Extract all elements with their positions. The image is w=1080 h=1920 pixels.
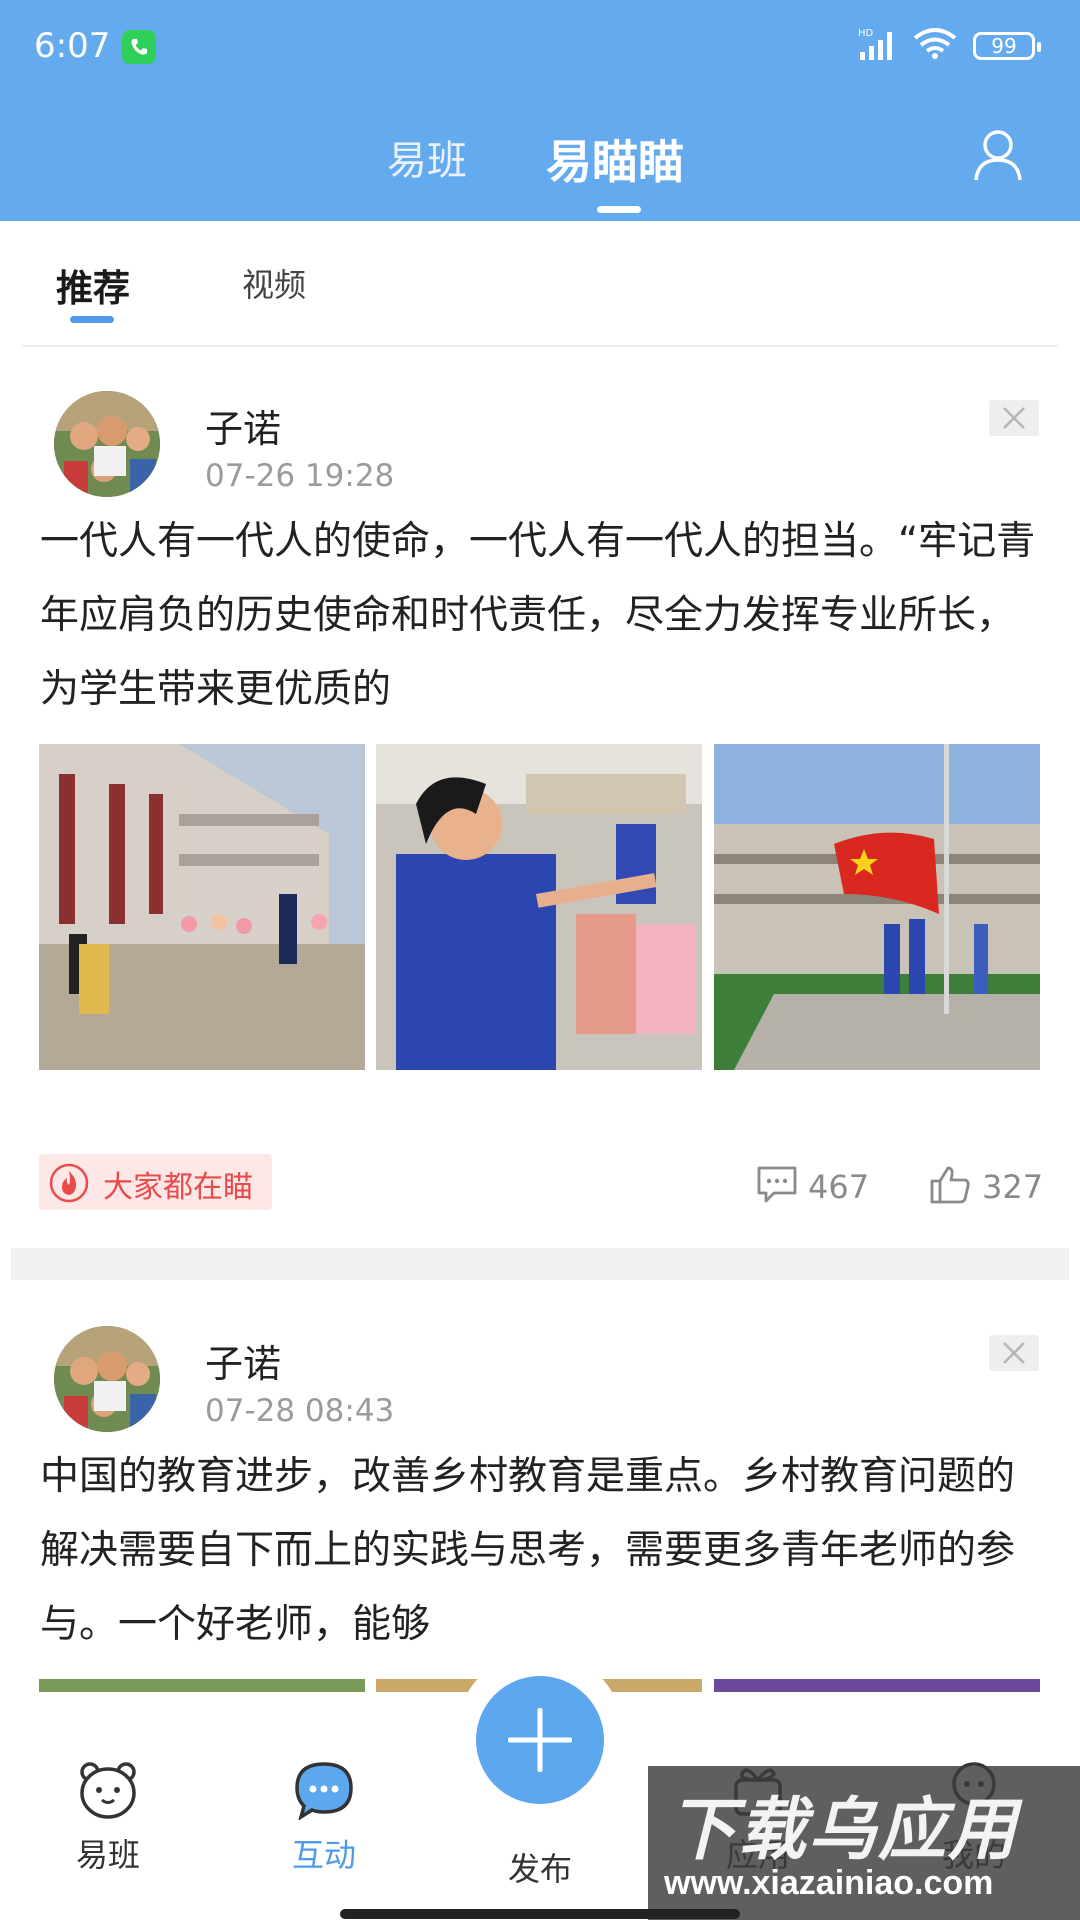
plus-icon <box>508 1708 572 1772</box>
post-image[interactable] <box>714 744 1040 1070</box>
tab-yimiaomiao[interactable]: 易瞄瞄 <box>546 126 684 192</box>
svg-text:HD: HD <box>858 28 874 39</box>
post-image[interactable] <box>39 744 365 1070</box>
bear-icon <box>78 1762 138 1824</box>
signal-icon: HD <box>858 26 904 66</box>
wifi-icon <box>913 28 957 64</box>
trending-label: 大家都在瞄 <box>103 1170 253 1205</box>
nav-yiban[interactable]: 易班 <box>38 1760 178 1876</box>
post-text[interactable]: 中国的教育进步，改善乡村教育是重点。乡村教育问题的解决需要自下而上的实践与思考，… <box>40 1440 1044 1662</box>
subtab-video[interactable]: 视频 <box>242 260 306 306</box>
publish-button[interactable] <box>476 1676 604 1804</box>
nav-label: 易班 <box>75 1836 140 1874</box>
subtab-recommend[interactable]: 推荐 <box>56 258 130 312</box>
user-profile-icon[interactable] <box>972 128 1024 188</box>
post-image[interactable] <box>39 1679 365 1693</box>
divider <box>22 345 1058 347</box>
active-tab-indicator <box>597 206 641 213</box>
phone-call-icon <box>122 30 156 64</box>
post-image[interactable] <box>714 1679 1040 1693</box>
dismiss-button[interactable] <box>989 400 1039 436</box>
nav-label: 互动 <box>291 1836 356 1874</box>
avatar[interactable] <box>54 1326 160 1432</box>
author-name[interactable]: 子诺 <box>205 1333 281 1388</box>
battery-indicator: 99 <box>973 32 1041 60</box>
watermark-title: 下载乌应用 <box>668 1791 1019 1870</box>
post-image[interactable] <box>376 744 702 1070</box>
nav-label: 发布 <box>507 1850 572 1888</box>
post-time: 07-26 19:28 <box>205 458 395 494</box>
flame-icon <box>49 1163 89 1207</box>
like-count: 327 <box>982 1168 1044 1206</box>
tab-yiban[interactable]: 易班 <box>387 128 467 186</box>
home-indicator[interactable] <box>340 1909 740 1919</box>
image-grid <box>39 744 1040 1070</box>
comment-count: 467 <box>808 1168 870 1206</box>
section-divider <box>11 1248 1069 1280</box>
close-icon <box>1003 407 1025 429</box>
nav-publish[interactable]: 发布 <box>470 1838 610 1890</box>
subtab-indicator <box>70 316 114 323</box>
chat-bubble-icon <box>293 1762 355 1824</box>
trending-badge[interactable]: 大家都在瞄 <box>39 1154 272 1210</box>
close-icon <box>1003 1342 1025 1364</box>
comment-icon[interactable] <box>756 1165 798 1209</box>
dismiss-button[interactable] <box>989 1335 1039 1371</box>
author-name[interactable]: 子诺 <box>205 398 281 453</box>
nav-interact[interactable]: 互动 <box>254 1760 394 1876</box>
watermark-url: www.xiazainiao.com <box>664 1864 994 1902</box>
avatar[interactable] <box>54 391 160 497</box>
thumbs-up-icon[interactable] <box>929 1165 971 1209</box>
watermark: 下载乌应用 www.xiazainiao.com <box>648 1766 1080 1920</box>
status-time: 6:07 <box>34 26 111 66</box>
post-time: 07-28 08:43 <box>205 1393 395 1429</box>
app-header: 6:07 HD 99 易班 易瞄瞄 <box>0 0 1080 221</box>
post-text[interactable]: 一代人有一代人的使命，一代人有一代人的担当。“牢记青年应肩负的历史使命和时代责任… <box>40 505 1044 727</box>
